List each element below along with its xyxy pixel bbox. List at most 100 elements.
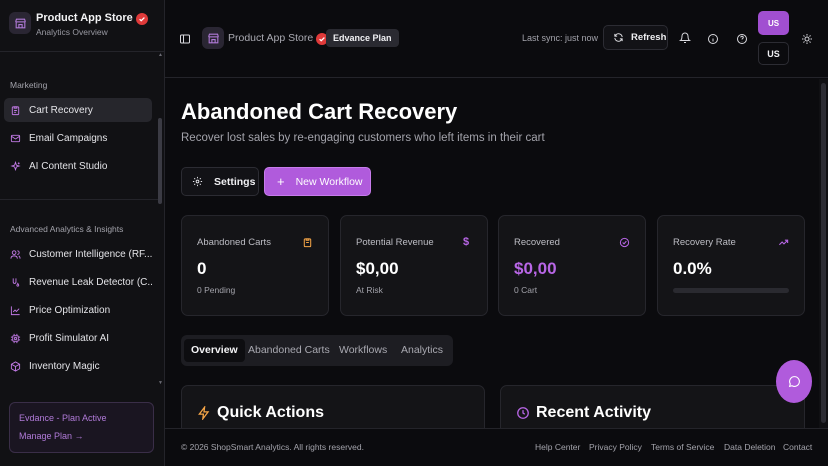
refresh-button[interactable]: Refresh [603,25,668,50]
recent-activity-panel: Recent Activity [500,385,805,428]
sidebar-item-label: Profit Simulator AI [29,332,110,344]
plus-icon: + [277,173,285,189]
store-icon [9,12,31,34]
sparkles-icon [9,160,21,172]
stat-value: $0,00 [356,259,399,278]
stat-label: Recovered [514,237,560,248]
stat-card-recovered: Recovered $0,00 0 Cart [498,215,646,316]
brand-header[interactable]: Product App Store Analytics Overview [0,0,165,52]
tab-overview[interactable]: Overview [184,339,245,362]
sidebar-item-email-campaigns[interactable]: Email Campaigns [4,126,152,150]
footer: © 2026 ShopSmart Analytics. All rights r… [165,428,828,466]
footer-link-help-center[interactable]: Help Center [535,442,580,452]
page-subtitle: Recover lost sales by re-engaging custom… [181,132,545,144]
footer-link-data-deletion[interactable]: Data Deletion [724,442,776,452]
mail-icon [9,132,21,144]
settings-label: Settings [214,175,256,188]
sidebar-item-customer-intelligence[interactable]: Customer Intelligence (RF... [4,242,152,266]
plan-status-title: Evdance - Plan Active [19,413,107,423]
package-icon [9,360,21,372]
stat-subtext: At Risk [356,285,383,295]
stat-card-potential-revenue: Potential Revenue $ $0,00 At Risk [340,215,488,316]
sidebar-item-label: Email Campaigns [29,132,108,144]
stat-label: Abandoned Carts [197,237,271,248]
footer-link-privacy-policy[interactable]: Privacy Policy [589,442,642,452]
verified-icon [135,13,148,25]
language-selector[interactable]: US [758,42,789,65]
sidebar-item-cart-recovery[interactable]: Cart Recovery [4,98,152,122]
sidebar-item-inventory-magic[interactable]: Inventory Magic [4,354,152,378]
section-label-marketing: Marketing [10,80,48,90]
quick-actions-panel: Quick Actions [181,385,485,428]
manage-plan-link[interactable]: Manage Plan → [19,431,84,441]
lightning-icon [198,406,210,420]
recent-activity-title-text: Recent Activity [536,404,651,421]
sidebar-item-profit-simulator[interactable]: Profit Simulator AI [4,326,152,350]
sidebar-scrollbar[interactable] [158,118,162,204]
sidebar-item-label: AI Content Studio [29,160,108,172]
leak-icon [9,276,21,288]
plan-badge: Edvance Plan [326,29,399,47]
clock-icon [517,407,529,419]
chat-button[interactable] [776,360,812,403]
recent-activity-title: Recent Activity [516,404,651,422]
stat-value: 0.0% [673,259,712,278]
cpu-icon [9,332,21,344]
sidebar-item-label: Price Optimization [29,304,111,316]
check-circle-icon [618,236,630,248]
sidebar-item-label: Inventory Magic [29,360,100,372]
sidebar-item-label: Cart Recovery [29,104,93,116]
stat-card-abandoned-carts: Abandoned Carts 0 0 Pending [181,215,329,316]
sidebar-item-price-optimization[interactable]: Price Optimization [4,298,152,322]
quick-actions-title-text: Quick Actions [217,404,324,421]
sidebar-item-ai-content-studio[interactable]: AI Content Studio [4,154,152,178]
new-workflow-label: New Workflow [295,175,363,188]
dollar-icon: $ [462,236,470,248]
clipboard-icon [9,104,21,116]
sidebar: Product App Store Analytics Overview Mar… [0,0,165,466]
sidebar-item-label: Revenue Leak Detector (C... [29,276,152,288]
header-store-name-text: Product App Store [228,32,314,44]
recovery-rate-progress-bar [673,288,789,293]
stat-value: $0,00 [514,259,557,278]
stat-subtext: 0 Pending [197,285,236,295]
plan-status-box: Evdance - Plan Active Manage Plan → [9,402,154,453]
sidebar-divider [0,199,158,200]
user-avatar[interactable]: US [758,11,789,35]
bell-icon[interactable] [678,31,691,44]
brand-title-text: Product App Store [36,12,133,24]
help-icon[interactable] [735,32,748,45]
settings-button[interactable]: Settings [181,167,259,196]
section-label-advanced-analytics: Advanced Analytics & Insights [10,224,124,234]
top-header: Product App Store Edvance Plan Last sync… [165,0,828,78]
sidebar-toggle-icon[interactable] [178,32,191,45]
trending-up-icon [777,236,789,248]
chat-bubble-icon [788,376,800,388]
footer-link-contact[interactable]: Contact [783,442,812,452]
store-icon [202,27,224,49]
tab-workflows[interactable]: Workflows [332,339,394,362]
info-icon[interactable] [706,32,719,45]
gear-icon [192,176,203,187]
page-title: Abandoned Cart Recovery [181,99,458,124]
tab-abandoned-carts[interactable]: Abandoned Carts [241,339,337,362]
main-scrollbar[interactable] [821,83,826,423]
new-workflow-button[interactable]: + New Workflow [264,167,371,196]
sidebar-item-revenue-leak-detector[interactable]: Revenue Leak Detector (C... [4,270,152,294]
copyright-text: © 2026 ShopSmart Analytics. All rights r… [181,442,364,452]
refresh-label: Refresh [631,32,667,43]
users-icon [9,248,21,260]
header-store-name: Product App Store [228,32,329,45]
stat-label: Recovery Rate [673,237,736,248]
last-sync-status: Last sync: just now [522,33,599,43]
line-chart-icon [9,304,21,316]
sidebar-scroll-up-icon[interactable]: ▲ [158,53,163,58]
stat-subtext: 0 Cart [514,285,538,295]
sun-icon[interactable] [800,32,813,45]
stat-card-recovery-rate: Recovery Rate 0.0% [657,215,805,316]
footer-link-terms[interactable]: Terms of Service [651,442,714,452]
main-content: Abandoned Cart Recovery Recover lost sal… [165,79,828,428]
sidebar-scroll-down-icon[interactable]: ▼ [158,381,163,386]
brand-subtitle: Analytics Overview [36,27,108,37]
tab-analytics[interactable]: Analytics [394,339,450,362]
